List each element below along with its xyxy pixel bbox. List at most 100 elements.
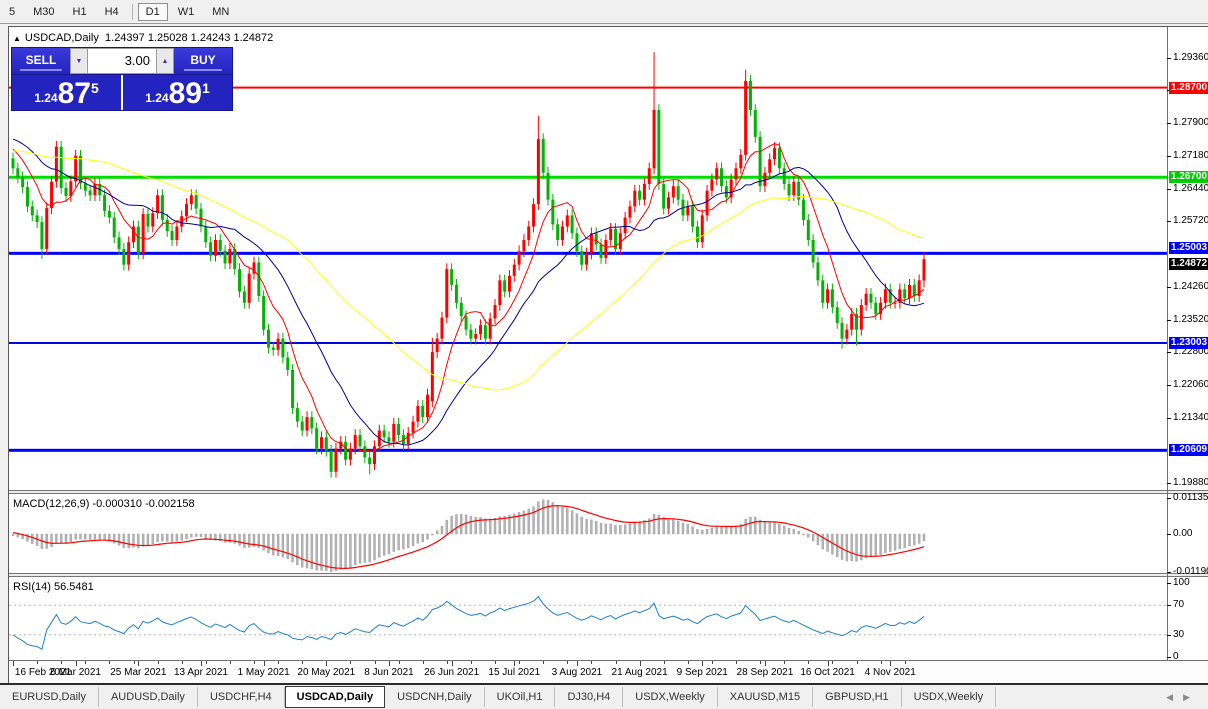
chart-symbol-label: USDCAD,Daily <box>24 32 99 44</box>
macd-tick-mark <box>1167 571 1171 573</box>
price-tick-mark <box>1167 188 1171 190</box>
tab-gbpusd-h1[interactable]: GBPUSD,H1 <box>813 687 902 707</box>
tab-scroll-left-icon[interactable]: ◀ <box>1166 692 1183 702</box>
sell-button[interactable]: SELL <box>12 48 70 74</box>
date-axis-label: 1 May 2021 <box>237 667 290 678</box>
date-minor-tick <box>61 661 63 664</box>
date-minor-tick <box>37 661 39 664</box>
price-level-badge: 1.23003 <box>1169 336 1208 349</box>
date-minor-tick <box>109 661 111 664</box>
date-axis-label: 21 Aug 2021 <box>611 667 668 678</box>
date-minor-tick <box>904 661 906 664</box>
tab-xauusd-m15[interactable]: XAUUSD,M15 <box>718 687 814 707</box>
date-minor-tick <box>808 661 810 664</box>
chart-tab-bar: EURUSD,Daily AUDUSD,Daily USDCHF,H4 USDCAD,… <box>0 683 1208 709</box>
tab-scroll-arrows: ◀▶ <box>1166 692 1208 703</box>
date-tick-mark <box>263 661 265 666</box>
tab-usdx-weekly[interactable]: USDX,Weekly <box>902 687 997 707</box>
date-axis-label: 3 Aug 2021 <box>551 667 603 678</box>
price-level-badge: 1.24872 <box>1169 258 1208 271</box>
buy-price[interactable]: 1.24 89 1 <box>123 75 232 110</box>
price-axis-border <box>1167 27 1168 660</box>
price-axis-label: 1.26440 <box>1173 182 1208 194</box>
date-minor-tick <box>615 661 617 664</box>
rsi-label: RSI(14) 56.5481 <box>13 581 94 593</box>
date-tick-mark <box>138 661 140 666</box>
date-tick-mark <box>514 661 516 666</box>
date-minor-tick <box>567 661 569 664</box>
volume-increase-button[interactable]: ▲ <box>156 48 174 74</box>
tab-dj30-h4[interactable]: DJ30,H4 <box>555 687 624 707</box>
timeframe-button-w1[interactable]: W1 <box>170 3 203 21</box>
date-minor-tick <box>205 661 207 664</box>
rsi-tick-mark <box>1167 583 1171 584</box>
date-axis-label: 13 Apr 2021 <box>174 667 228 678</box>
price-level-badge: 1.26700 <box>1169 171 1208 184</box>
macd-label: MACD(12,26,9) -0.000310 -0.002158 <box>13 498 195 510</box>
price-axis-label: 1.19880 <box>1173 476 1208 488</box>
tab-usdcnh-daily[interactable]: USDCNH,Daily <box>385 687 485 707</box>
tab-usdx-weekly[interactable]: USDX,Weekly <box>623 687 718 707</box>
chart-window: ▲ USDCAD,Daily 1.24397 1.25028 1.24243 1.… <box>8 26 1208 684</box>
tab-audusd-daily[interactable]: AUDUSD,Daily <box>99 687 198 707</box>
date-axis-label: 28 Sep 2021 <box>736 667 794 678</box>
tab-ukoil-h1[interactable]: UKOil,H1 <box>485 687 556 707</box>
date-tick-mark <box>326 661 328 666</box>
date-tick-mark <box>451 661 453 666</box>
panel-collapse-icon[interactable]: ▲ <box>13 34 21 43</box>
macd-tick-mark <box>1167 534 1171 535</box>
date-tick-mark <box>827 661 829 666</box>
sell-price[interactable]: 1.24 87 5 <box>12 75 123 110</box>
timeframe-toolbar: 5 M30 H1 H4 D1 W1 MN <box>0 0 1208 24</box>
chart-ohlc-values: 1.24397 1.25028 1.24243 1.24872 <box>105 32 274 44</box>
tab-eurusd-daily[interactable]: EURUSD,Daily <box>0 687 99 707</box>
date-minor-tick <box>856 661 858 664</box>
date-axis[interactable]: 16 Feb 2021 6 Mar 2021 25 Mar 2021 13 Apr 2… <box>9 660 1208 684</box>
price-tick-mark <box>1167 417 1171 419</box>
macd-tick-mark <box>1167 497 1171 499</box>
date-axis-label: 25 Mar 2021 <box>110 667 167 678</box>
price-tick-mark <box>1167 221 1171 223</box>
date-minor-tick <box>711 661 713 664</box>
timeframe-button-h1[interactable]: H1 <box>65 3 95 21</box>
timeframe-button-h4[interactable]: H4 <box>97 3 127 21</box>
chart-title: ▲ USDCAD,Daily 1.24397 1.25028 1.24243 1.… <box>13 32 273 44</box>
date-tick-mark <box>576 661 578 666</box>
macd-axis-label: 0.01135 <box>1173 491 1208 503</box>
price-tick-mark <box>1167 385 1171 387</box>
price-axis-label: 1.22060 <box>1173 379 1208 391</box>
date-axis-label: 16 Oct 2021 <box>800 667 855 678</box>
date-tick-mark <box>890 661 892 666</box>
rsi-panel[interactable] <box>9 577 1167 660</box>
date-axis-label: 6 Mar 2021 <box>50 667 101 678</box>
volume-input[interactable]: 3.00 <box>88 48 156 74</box>
tab-usdcad-daily[interactable]: USDCAD,Daily <box>284 686 386 708</box>
price-axis-label: 1.29360 <box>1173 52 1208 63</box>
one-click-trade-panel: SELL ▼ 3.00 ▲ BUY 1.24 87 5 1.24 89 1 <box>11 47 233 111</box>
timeframe-button-m30[interactable]: M30 <box>25 3 62 21</box>
price-tick-mark <box>1167 155 1171 157</box>
date-minor-tick <box>880 661 882 664</box>
date-axis-label: 9 Sep 2021 <box>676 667 728 678</box>
date-minor-tick <box>350 661 352 664</box>
date-minor-tick <box>133 661 135 664</box>
buy-button[interactable]: BUY <box>174 48 232 74</box>
tab-scroll-right-icon[interactable]: ▶ <box>1183 692 1200 702</box>
timeframe-button-5[interactable]: 5 <box>1 3 23 21</box>
date-minor-tick <box>687 661 689 664</box>
rsi-axis-label: 0 <box>1173 651 1179 662</box>
timeframe-button-mn[interactable]: MN <box>204 3 237 21</box>
rsi-axis-label: 100 <box>1173 577 1190 588</box>
date-tick-mark <box>702 661 704 666</box>
date-minor-tick <box>398 661 400 664</box>
tab-usdchf-h4[interactable]: USDCHF,H4 <box>198 687 285 707</box>
price-axis-label: 1.25720 <box>1173 215 1208 227</box>
date-minor-tick <box>157 661 159 664</box>
volume-decrease-button[interactable]: ▼ <box>70 48 88 74</box>
date-minor-tick <box>591 661 593 664</box>
timeframe-button-d1[interactable]: D1 <box>137 2 168 21</box>
date-minor-tick <box>422 661 424 664</box>
price-axis-label: 1.27900 <box>1173 117 1208 129</box>
price-tick-mark <box>1167 123 1171 125</box>
date-axis-label: 20 May 2021 <box>297 667 356 678</box>
